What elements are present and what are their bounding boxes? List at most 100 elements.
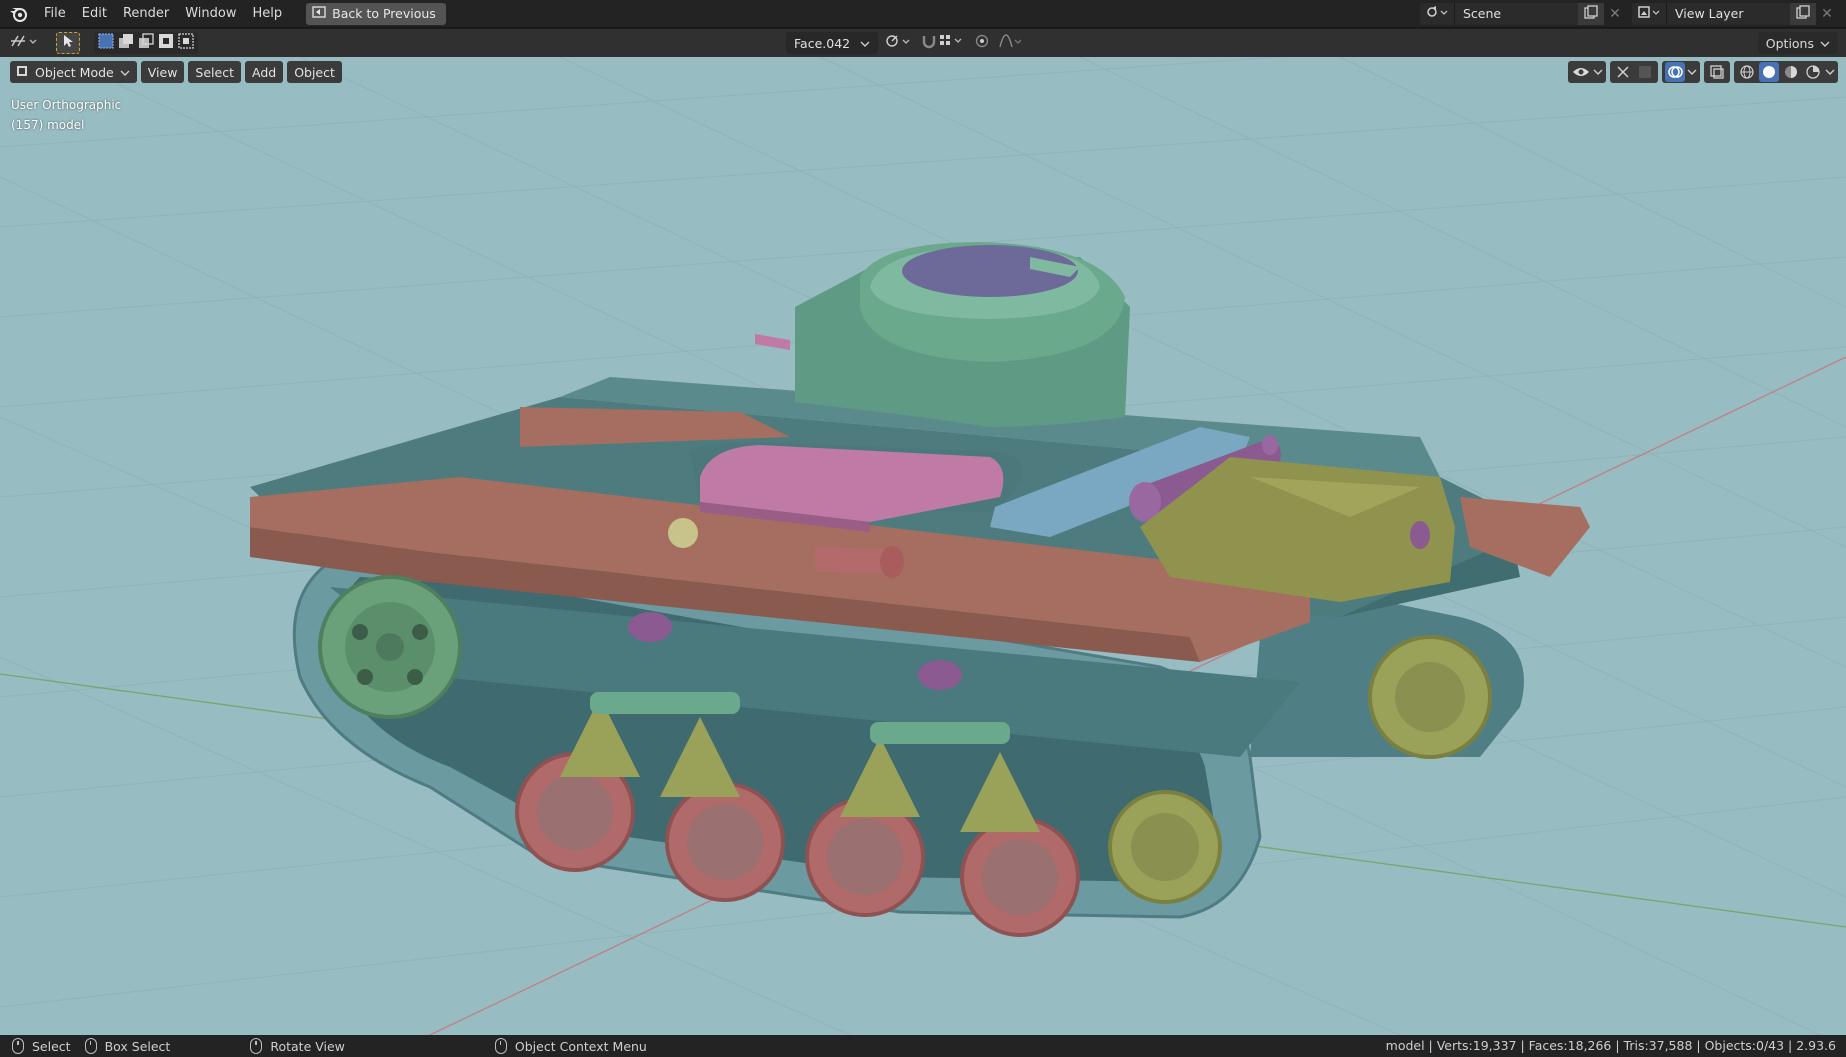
mouse-drag-icon <box>84 1038 97 1054</box>
chevron-down-icon <box>120 65 130 80</box>
gizmo-icon[interactable] <box>1613 62 1633 82</box>
proportional-editing-button[interactable] <box>972 32 992 54</box>
object-mode-label: Object Mode <box>35 64 114 80</box>
solid-shading-icon[interactable] <box>1759 62 1779 82</box>
eye-icon[interactable] <box>1571 62 1591 82</box>
status-select-hint: Select <box>12 1038 71 1054</box>
new-view-layer-button[interactable] <box>1790 3 1816 25</box>
select-tool-button[interactable] <box>56 32 80 54</box>
status-context-hint: Object Context Menu <box>494 1038 647 1054</box>
object-mode-dropdown[interactable]: Object Mode <box>10 61 137 83</box>
rendered-shading-icon[interactable] <box>1803 62 1823 82</box>
overlay-icon[interactable] <box>1665 62 1685 82</box>
3d-viewport-icon <box>10 34 40 52</box>
rotate-view-hint-label: Rotate View <box>270 1038 345 1054</box>
editor-type-button[interactable] <box>8 32 42 54</box>
select-invert-icon[interactable] <box>158 33 174 53</box>
delete-scene-button[interactable]: ✕ <box>1604 3 1626 25</box>
menu-edit[interactable]: Edit <box>74 3 115 24</box>
viewport-info-overlay: User Orthographic (157) model <box>11 95 121 135</box>
scene-render <box>0 57 1846 1035</box>
chevron-down-icon[interactable] <box>1593 65 1603 80</box>
active-face-dropdown[interactable]: Face.042 <box>786 32 879 54</box>
view-layer-selector: View Layer ✕ <box>1632 3 1838 25</box>
transform-pivot-button[interactable] <box>884 32 914 54</box>
select-menu[interactable]: Select <box>188 61 241 83</box>
active-face-label: Face.042 <box>794 35 851 51</box>
scene-browse-button[interactable] <box>1420 3 1454 25</box>
add-menu[interactable]: Add <box>244 61 284 83</box>
overlay-group <box>1662 61 1700 83</box>
chevron-down-icon <box>1820 36 1830 51</box>
scene-selector: Scene ✕ <box>1420 3 1626 25</box>
status-rotate-hint: Rotate View <box>250 1038 345 1054</box>
gizmo-toggle-icon[interactable] <box>1635 62 1655 82</box>
context-menu-hint-label: Object Context Menu <box>514 1038 647 1054</box>
scene-icon <box>1426 5 1448 23</box>
view-layer-browse-button[interactable] <box>1632 3 1666 25</box>
back-icon <box>312 6 326 21</box>
mouse-middle-icon <box>250 1038 263 1054</box>
copy-icon <box>1796 5 1810 23</box>
blender-logo-icon[interactable] <box>8 4 30 24</box>
select-new-icon[interactable] <box>98 33 114 53</box>
falloff-curve-icon <box>999 34 1023 52</box>
new-scene-button[interactable] <box>1578 3 1604 25</box>
back-to-previous-label: Back to Previous <box>332 6 436 21</box>
pivot-icon <box>885 34 913 52</box>
copy-icon <box>1584 5 1598 23</box>
snap-grid-icon <box>939 34 965 52</box>
box-select-hint-label: Box Select <box>104 1038 171 1054</box>
wireframe-shading-icon[interactable] <box>1737 62 1757 82</box>
scene-statistics: model | Verts:19,337 | Faces:18,266 | Tr… <box>1385 1038 1836 1053</box>
chevron-down-icon[interactable] <box>1825 65 1835 80</box>
back-to-previous-button[interactable]: Back to Previous <box>306 2 446 25</box>
shading-mode-group <box>1734 61 1838 83</box>
tank-model <box>250 242 1590 937</box>
top-menu-bar: File Edit Render Window Help Back to Pre… <box>0 0 1846 28</box>
falloff-button[interactable] <box>998 32 1024 54</box>
selection-mode-group <box>94 32 198 54</box>
proportional-icon <box>975 34 989 52</box>
object-info-text: (157) model <box>11 118 85 132</box>
mouse-right-icon <box>494 1038 507 1054</box>
status-box-select-hint: Box Select <box>84 1038 171 1054</box>
view-layer-icon <box>1638 5 1660 23</box>
magnet-icon <box>921 33 939 53</box>
close-icon: ✕ <box>1821 6 1833 22</box>
options-dropdown[interactable]: Options <box>1757 32 1838 54</box>
drive-sprocket <box>318 575 462 719</box>
cursor-arrow-icon <box>62 34 74 52</box>
view-menu[interactable]: View <box>140 61 185 83</box>
close-icon: ✕ <box>1609 6 1621 22</box>
scene-name-field[interactable]: Scene <box>1454 3 1578 25</box>
menu-file[interactable]: File <box>36 3 74 24</box>
menu-render[interactable]: Render <box>115 3 177 24</box>
tool-header: Face.042 Options <box>0 29 1846 57</box>
visibility-group <box>1568 61 1606 83</box>
chevron-down-icon <box>860 36 870 51</box>
status-bar: Select Box Select Rotate View Object Con… <box>0 1035 1846 1057</box>
select-intersect-icon[interactable] <box>178 33 194 53</box>
delete-view-layer-button[interactable]: ✕ <box>1816 3 1838 25</box>
snapping-button[interactable] <box>920 32 966 54</box>
xray-group <box>1704 61 1730 83</box>
chevron-down-icon[interactable] <box>1687 65 1697 80</box>
material-preview-icon[interactable] <box>1781 62 1801 82</box>
select-extend-icon[interactable] <box>118 33 134 53</box>
turret <box>755 242 1130 427</box>
xray-icon[interactable] <box>1707 62 1727 82</box>
object-mode-icon <box>15 64 29 81</box>
gizmo-group <box>1610 61 1658 83</box>
menu-window[interactable]: Window <box>177 3 244 24</box>
viewport-shading-controls <box>1568 61 1838 83</box>
select-hint-label: Select <box>32 1038 71 1054</box>
view-name-text: User Orthographic <box>11 98 122 112</box>
object-menu[interactable]: Object <box>287 61 342 83</box>
viewport-header: Object Mode View Select Add Object <box>10 61 342 83</box>
3d-viewport[interactable]: Object Mode View Select Add Object User … <box>0 57 1846 1035</box>
select-subtract-icon[interactable] <box>138 33 154 53</box>
options-label: Options <box>1765 35 1814 51</box>
view-layer-name-field[interactable]: View Layer <box>1666 3 1790 25</box>
menu-help[interactable]: Help <box>245 3 291 24</box>
